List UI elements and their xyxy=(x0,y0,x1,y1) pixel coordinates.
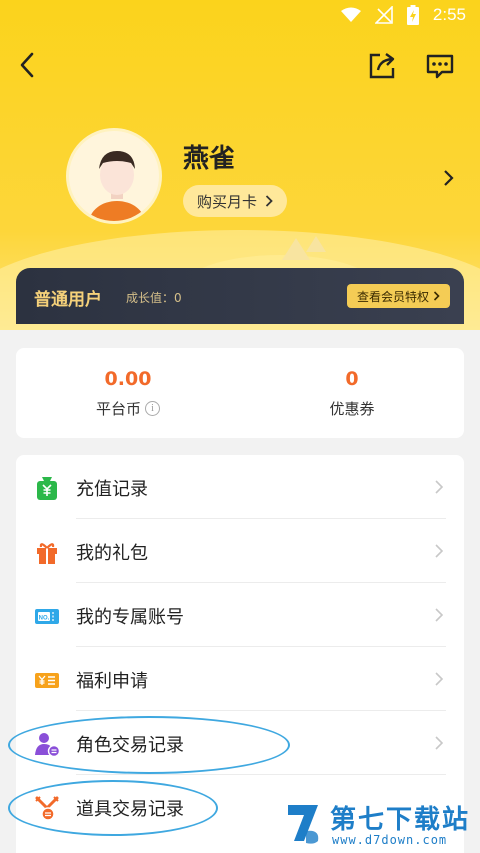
signal-off-icon xyxy=(374,6,393,24)
coupons-value: 0 xyxy=(345,368,359,390)
avatar[interactable] xyxy=(66,128,162,224)
watermark-logo-icon xyxy=(288,805,319,844)
highlight-ellipse xyxy=(8,716,290,774)
recharge-bag-icon xyxy=(37,477,57,500)
wallet-card: 0.00 平台币 i 0 优惠券 xyxy=(16,348,464,438)
coins-label: 平台币 xyxy=(95,400,141,418)
chevron-right-icon xyxy=(435,736,444,750)
menu-item-welfare-application[interactable]: 福利申请 xyxy=(16,647,464,711)
buy-month-card-button[interactable]: 购买月卡 xyxy=(183,185,288,217)
highlight-ellipse xyxy=(8,780,218,836)
chevron-right-icon xyxy=(435,608,444,622)
coupons-label: 优惠券 xyxy=(329,400,375,418)
watermark-url: www.d7down.com xyxy=(332,833,448,847)
menu-item-label: 我的专属账号 xyxy=(76,607,184,628)
status-bar: 2:55 xyxy=(0,0,480,34)
view-privileges-button[interactable]: 查看会员特权 xyxy=(346,284,450,308)
menu-item-label: 充值记录 xyxy=(76,479,148,500)
chevron-right-icon xyxy=(435,672,444,686)
svg-text:NO.: NO. xyxy=(39,616,50,622)
menu-item-recharge-records[interactable]: 充值记录 xyxy=(16,455,464,519)
profile-header: 2:55 燕雀 购买月卡 普通用户 成长值：0 查看会员特权 xyxy=(0,0,480,330)
status-time: 2:55 xyxy=(432,5,466,24)
watermark: 第七下载站 www.d7down.com xyxy=(284,795,480,853)
menu-item-exclusive-account[interactable]: NO. 我的专属账号 xyxy=(16,583,464,647)
coins-value: 0.00 xyxy=(104,368,152,390)
menu-item-my-gifts[interactable]: 我的礼包 xyxy=(16,519,464,583)
chevron-right-icon xyxy=(435,480,444,494)
buy-card-label: 购买月卡 xyxy=(197,192,258,211)
info-icon[interactable]: i xyxy=(145,401,160,416)
growth-value: 成长值：0 xyxy=(126,291,182,305)
pyramid-decoration xyxy=(306,236,326,252)
gift-icon xyxy=(37,543,57,564)
menu-item-label: 福利申请 xyxy=(76,671,148,692)
account-ticket-icon: NO. xyxy=(35,609,59,624)
share-icon[interactable] xyxy=(366,50,398,82)
user-avatar-icon xyxy=(89,151,145,221)
coupons[interactable]: 0 优惠券 xyxy=(240,368,464,419)
chevron-right-icon xyxy=(433,291,440,301)
back-button[interactable] xyxy=(14,50,44,80)
profile-chevron-icon[interactable] xyxy=(441,168,457,188)
menu-item-label: 我的礼包 xyxy=(76,543,148,564)
username: 燕雀 xyxy=(183,144,236,174)
chevron-right-icon xyxy=(265,195,273,207)
watermark-text: 第七下载站 xyxy=(330,805,471,835)
member-level: 普通用户 xyxy=(34,290,102,310)
wifi-icon xyxy=(340,7,361,22)
membership-bar: 普通用户 成长值：0 查看会员特权 xyxy=(16,268,464,324)
message-icon[interactable] xyxy=(424,50,456,82)
platform-coins[interactable]: 0.00 平台币 i xyxy=(16,368,240,419)
battery-charging-icon xyxy=(406,5,419,25)
privilege-label: 查看会员特权 xyxy=(356,289,429,304)
welfare-icon xyxy=(35,673,59,688)
chevron-right-icon xyxy=(435,544,444,558)
